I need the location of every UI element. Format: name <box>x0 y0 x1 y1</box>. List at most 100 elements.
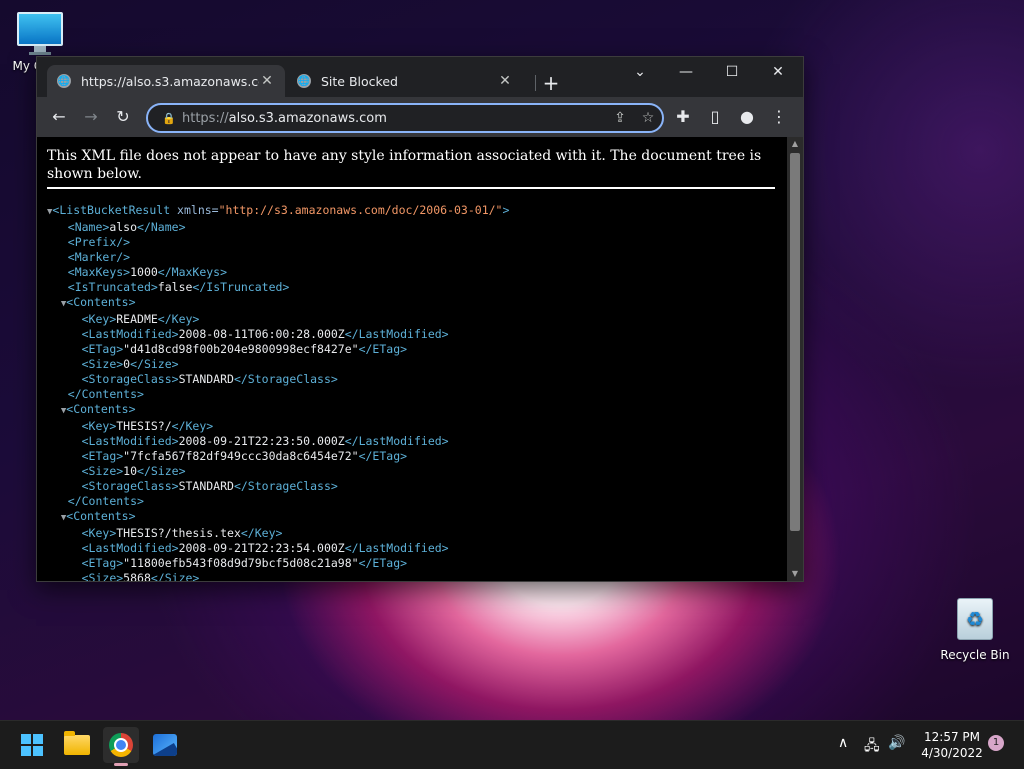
xml-tag: <ETag> <box>81 556 124 570</box>
reload-icon[interactable]: ↻ <box>109 103 137 131</box>
xml-text: README <box>116 312 158 326</box>
bookmark-star-icon[interactable]: ☆ <box>634 110 662 126</box>
xml-tag: <Name> <box>67 220 110 234</box>
xml-line: ▼<ListBucketResult xmlns="http://s3.amaz… <box>47 203 509 220</box>
browser-window: 🌐 https://also.s3.amazonaws.com ✕ 🌐 Site… <box>36 56 804 582</box>
xml-tag: <LastModified> <box>81 434 179 448</box>
xml-line: <StorageClass>STANDARD</StorageClass> <box>47 479 509 494</box>
xml-line: <IsTruncated>false</IsTruncated> <box>47 280 509 295</box>
scrollbar-thumb[interactable] <box>790 153 800 531</box>
profile-avatar-icon[interactable]: ● <box>733 103 761 131</box>
share-icon[interactable]: ⇪ <box>606 110 634 126</box>
xml-line: <ETag>"d41d8cd98f00b204e9800998ecf8427e"… <box>47 342 509 357</box>
xml-tag: <IsTruncated> <box>67 280 158 294</box>
desktop-icon-recycle-bin[interactable]: ♻ Recycle Bin <box>940 598 1010 662</box>
recycle-bin-icon: ♻ <box>957 598 993 640</box>
xml-attribute: xmlns= <box>170 203 219 217</box>
xml-text: 2008-08-11T06:00:28.000Z <box>178 327 345 341</box>
globe-icon: 🌐 <box>57 74 71 88</box>
xml-line: <Size>10</Size> <box>47 464 509 479</box>
xml-tag: </StorageClass> <box>233 479 338 493</box>
xml-text: 2008-09-21T22:23:54.000Z <box>178 541 345 555</box>
xml-text: 10 <box>123 464 138 478</box>
xml-line: </Contents> <box>47 494 509 509</box>
xml-tag: <Marker/> <box>67 250 131 264</box>
tab-search-chevron-icon[interactable]: ⌄ <box>617 57 663 87</box>
tab-strip: 🌐 https://also.s3.amazonaws.com ✕ 🌐 Site… <box>37 57 803 97</box>
xml-text: STANDARD <box>178 372 234 386</box>
xml-tag: <Prefix/> <box>67 235 131 249</box>
file-explorer-button[interactable] <box>59 727 95 763</box>
xml-line: </Contents> <box>47 387 509 402</box>
photos-button[interactable] <box>147 727 183 763</box>
xml-line: <Prefix/> <box>47 235 509 250</box>
xml-tag: </Size> <box>137 464 186 478</box>
notification-badge[interactable]: 1 <box>988 735 1004 751</box>
tab-close-icon[interactable]: ✕ <box>259 73 275 89</box>
scroll-down-arrow-icon[interactable]: ▼ <box>787 567 803 581</box>
xml-tag: </Key> <box>240 526 283 540</box>
tab-close-icon[interactable]: ✕ <box>497 73 513 89</box>
xml-text: THESIS?/thesis.tex <box>116 526 241 540</box>
xml-tag: </Name> <box>137 220 186 234</box>
xml-line: <Size>0</Size> <box>47 357 509 372</box>
xml-tag: </StorageClass> <box>233 372 338 386</box>
desktop-icon-label: Recycle Bin <box>940 648 1010 662</box>
network-icon[interactable]: 🖧 <box>864 735 880 759</box>
xml-tag: <LastModified> <box>81 327 179 341</box>
xml-tag: <LastModified> <box>81 541 179 555</box>
xml-tag: </ETag> <box>358 556 408 570</box>
browser-toolbar: ← → ↻ 🔒 https://also.s3.amazonaws.com ⇪ … <box>37 97 803 137</box>
xml-tag: <Size> <box>81 571 124 581</box>
tab-site-blocked[interactable]: 🌐 Site Blocked ✕ <box>287 65 523 97</box>
close-window-button[interactable]: ✕ <box>755 57 801 87</box>
show-hidden-icons-chevron[interactable]: ∧ <box>838 735 848 751</box>
xml-style-notice: This XML file does not appear to have an… <box>47 148 762 182</box>
xml-tag: <Size> <box>81 357 124 371</box>
maximize-button[interactable]: ☐ <box>709 57 755 87</box>
volume-icon[interactable]: 🔊 <box>888 735 905 751</box>
tab-title: Site Blocked <box>321 73 398 89</box>
photos-icon <box>153 734 177 756</box>
side-panel-icon[interactable]: ▯ <box>701 103 729 131</box>
extensions-puzzle-icon[interactable]: ✚ <box>669 103 697 131</box>
tab-also-s3[interactable]: 🌐 https://also.s3.amazonaws.com ✕ <box>47 65 285 97</box>
xml-attribute-value: "http://s3.amazonaws.com/doc/2006-03-01/… <box>218 203 503 217</box>
scroll-up-arrow-icon[interactable]: ▲ <box>787 137 803 151</box>
xml-tag: </Size> <box>150 571 200 581</box>
xml-tag: <MaxKeys> <box>67 265 131 279</box>
tab-separator <box>535 75 536 91</box>
globe-icon: 🌐 <box>297 74 311 88</box>
page-content: This XML file does not appear to have an… <box>37 137 787 581</box>
xml-tag: </Contents> <box>67 494 144 508</box>
divider <box>47 187 775 189</box>
minimize-button[interactable]: — <box>663 57 709 87</box>
forward-arrow-icon[interactable]: → <box>77 103 105 131</box>
windows-logo-icon <box>21 734 43 756</box>
xml-line: ▼<Contents> <box>47 402 509 419</box>
xml-tag: <Size> <box>81 464 124 478</box>
xml-line: <ETag>"7fcfa567f82df949ccc30da8c6454e72"… <box>47 449 509 464</box>
xml-tag: <StorageClass> <box>81 479 179 493</box>
vertical-scrollbar[interactable]: ▲ ▼ <box>787 137 803 581</box>
xml-text: "11800efb543f08d9d79bcf5d08c21a98" <box>123 556 359 570</box>
start-button[interactable] <box>14 727 50 763</box>
chrome-taskbar-button[interactable] <box>103 727 139 763</box>
xml-tag: <Key> <box>81 312 117 326</box>
chrome-icon <box>109 733 133 757</box>
address-url[interactable]: https://also.s3.amazonaws.com <box>182 111 606 126</box>
xml-tag: </Key> <box>171 419 214 433</box>
xml-text: 5868 <box>123 571 151 581</box>
xml-text: also <box>109 220 138 234</box>
xml-tag: </MaxKeys> <box>157 265 228 279</box>
taskbar-clock[interactable]: 12:57 PM 4/30/2022 <box>912 729 992 761</box>
address-bar[interactable]: 🔒 https://also.s3.amazonaws.com ⇪ ☆ <box>146 103 664 133</box>
new-tab-button[interactable]: + <box>537 69 565 97</box>
url-scheme: https:// <box>182 110 229 126</box>
lock-icon[interactable]: 🔒 <box>156 112 182 125</box>
menu-kebab-icon[interactable]: ⋮ <box>765 103 793 131</box>
xml-line: <Marker/> <box>47 250 509 265</box>
xml-tag: <Key> <box>81 526 117 540</box>
back-arrow-icon[interactable]: ← <box>45 103 73 131</box>
xml-tag: </LastModified> <box>344 541 449 555</box>
